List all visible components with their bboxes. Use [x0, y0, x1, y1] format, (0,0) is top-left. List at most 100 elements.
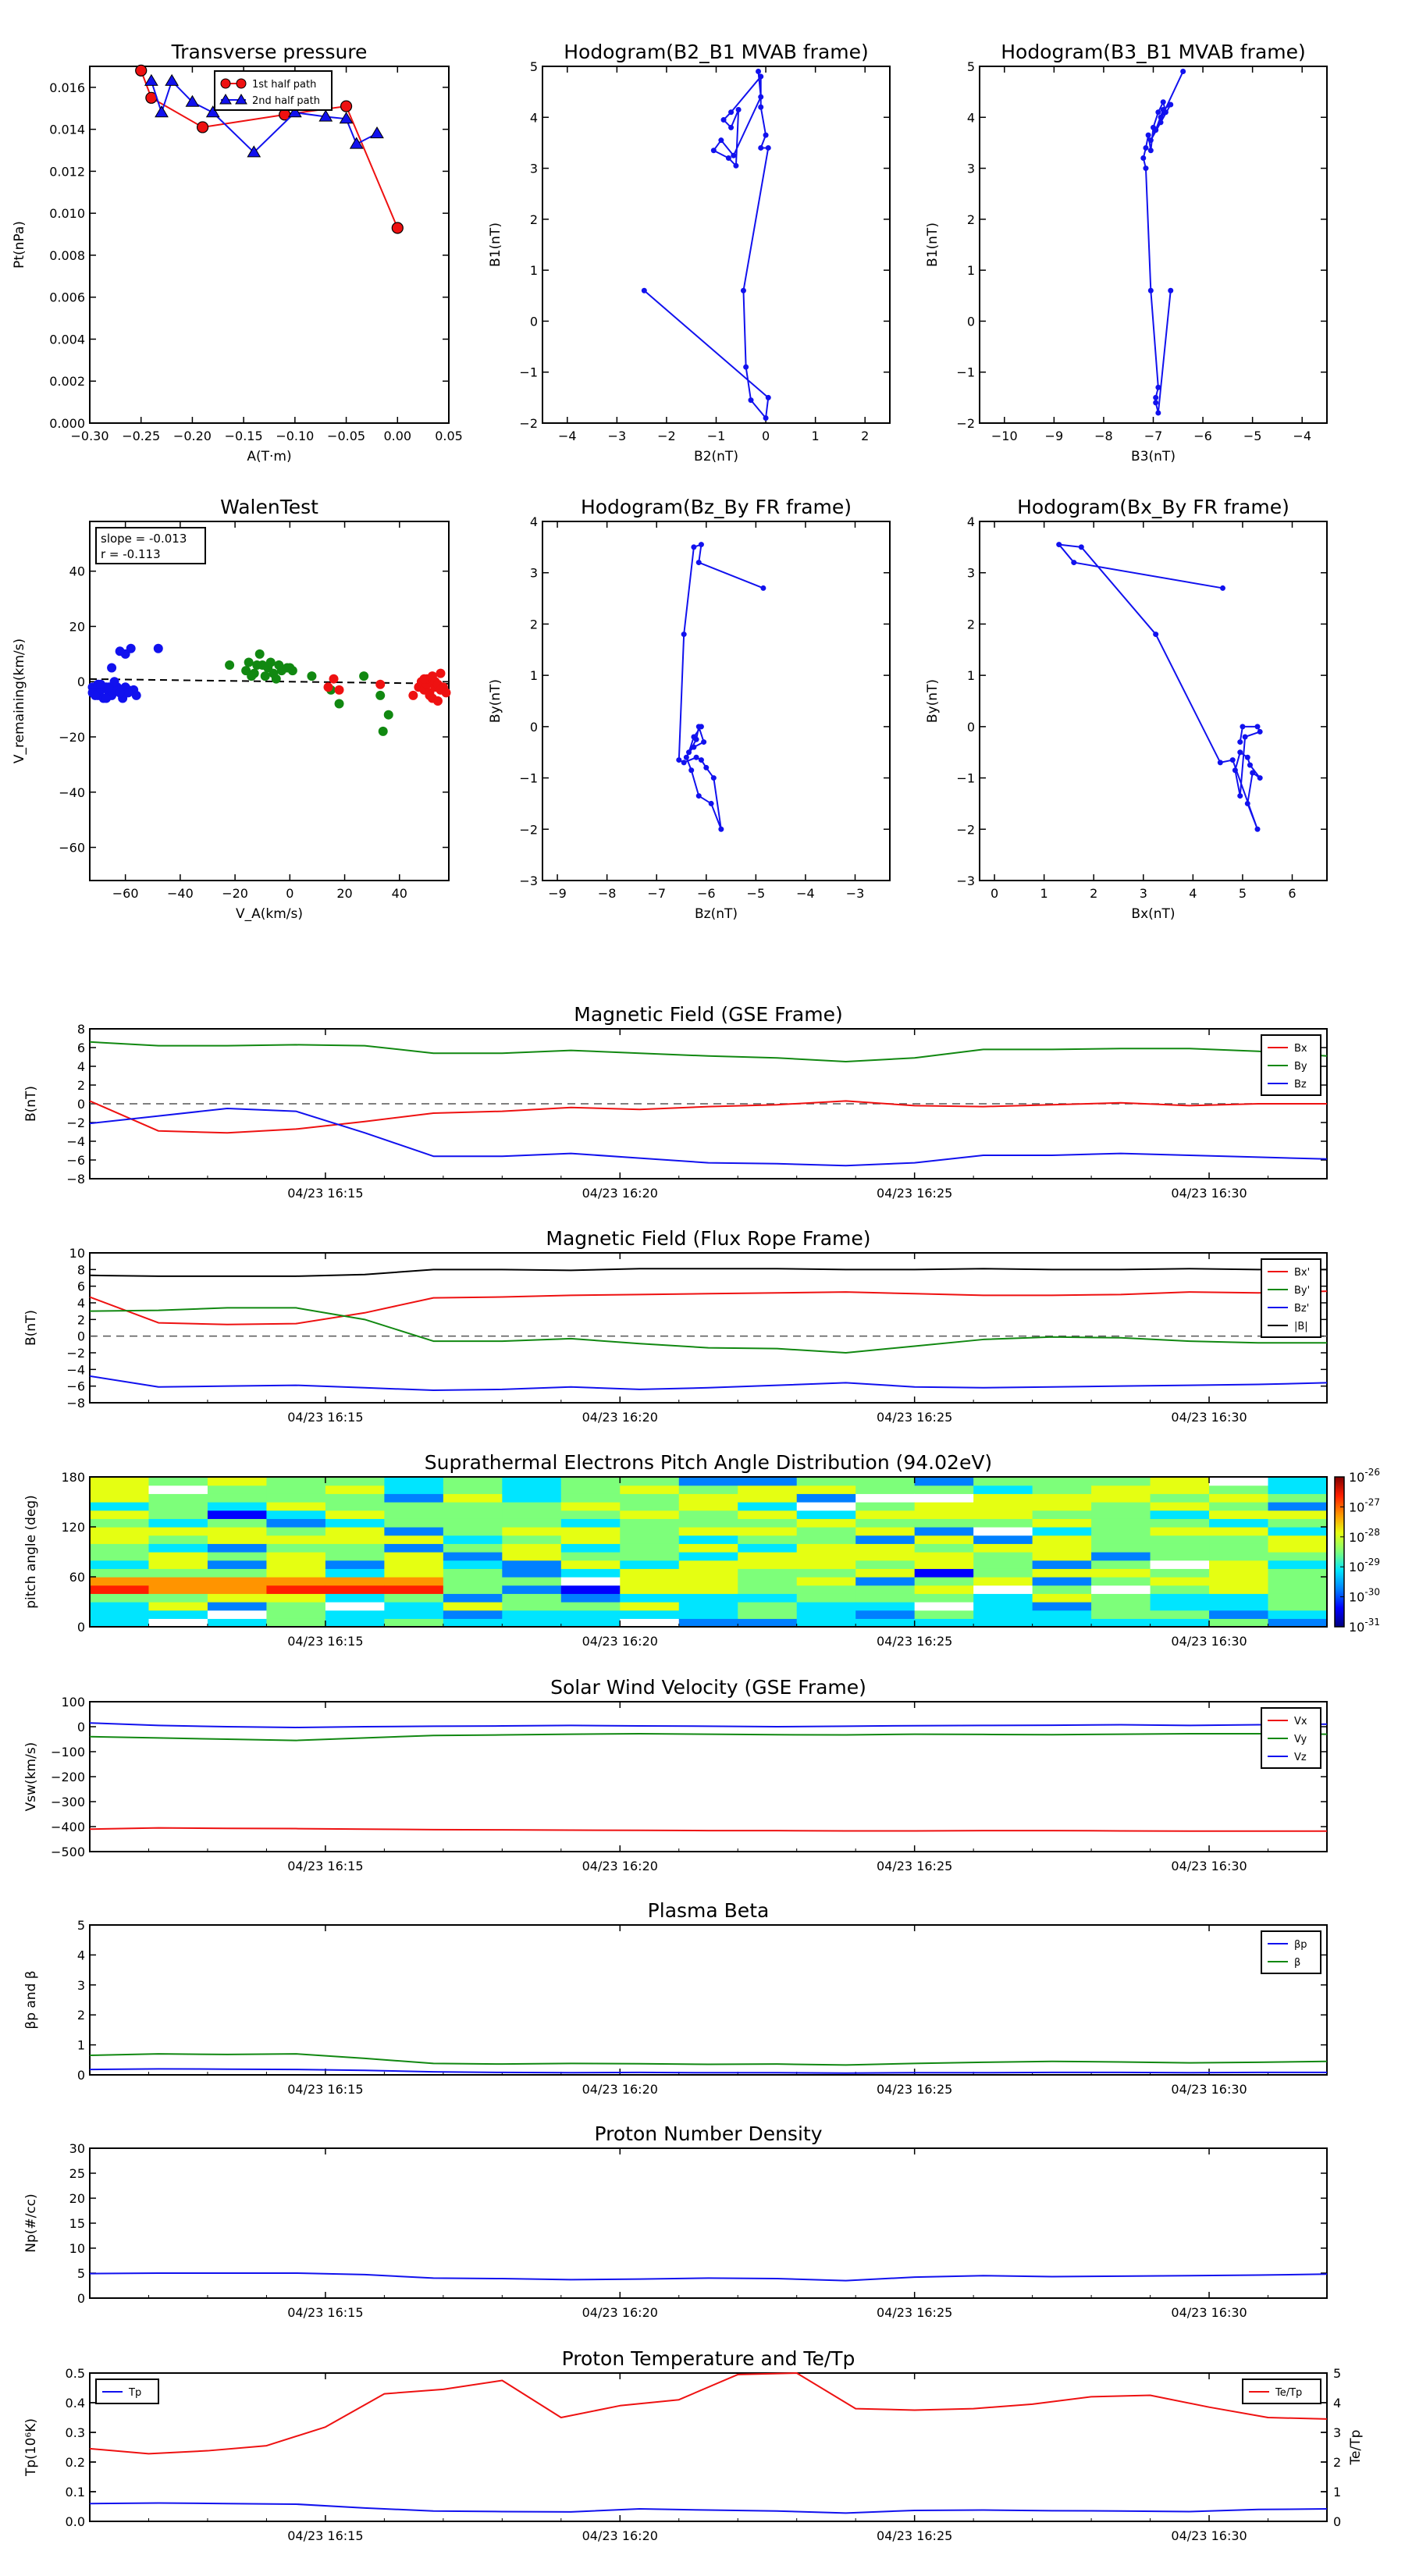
- walen-point: [96, 679, 106, 689]
- pad-cell: [973, 1518, 1033, 1528]
- pad-cell: [266, 1552, 326, 1561]
- pad-cell: [738, 1543, 798, 1553]
- pad-cell: [90, 1510, 150, 1519]
- np-xtick-label: 04/23 16:25: [877, 2305, 952, 2320]
- mag_fr-series-By': [89, 1307, 1327, 1354]
- pad-cell: [1091, 1510, 1151, 1519]
- pad-cell: [1032, 1543, 1092, 1553]
- pad-colorbar-exp: -26: [1364, 1467, 1380, 1478]
- h2-xlabel: B3(nT): [1131, 449, 1176, 464]
- walen-point: [126, 643, 136, 653]
- pad-cell: [560, 1477, 621, 1486]
- pad-cell: [973, 1585, 1033, 1594]
- h2-xtick-label: −9: [1045, 429, 1064, 443]
- walen-point: [115, 646, 125, 656]
- walen-point: [323, 682, 333, 692]
- h3-ytick-label: 3: [530, 566, 538, 581]
- h4-point: [1229, 757, 1236, 763]
- pad-cell: [914, 1610, 974, 1619]
- pad-cell: [914, 1585, 974, 1594]
- pad-cell: [90, 1568, 150, 1578]
- pad-cell: [1032, 1568, 1092, 1578]
- pad-cell: [207, 1485, 268, 1494]
- pad-cell: [502, 1477, 562, 1486]
- pad-cell: [148, 1560, 208, 1569]
- pad-title: Suprathermal Electrons Pitch Angle Distr…: [425, 1451, 992, 1474]
- pad-cell: [90, 1560, 150, 1569]
- pad-cell: [502, 1602, 562, 1611]
- pad-cell: [560, 1502, 621, 1511]
- h2-point: [1158, 119, 1164, 126]
- h4-point: [1217, 760, 1223, 766]
- pad-cell: [738, 1602, 798, 1611]
- h4-ytick-label: 3: [967, 566, 975, 581]
- pad-cell: [502, 1552, 562, 1561]
- h1-ytick-label: −2: [519, 416, 538, 431]
- vsw-title: Solar Wind Velocity (GSE Frame): [550, 1676, 866, 1699]
- mag_gse-series-Bz: [89, 1108, 1328, 1167]
- pad-ytick-label: 120: [61, 1520, 85, 1535]
- pad-cell: [796, 1602, 856, 1611]
- pad-cell: [384, 1602, 444, 1611]
- pad-cell: [90, 1527, 150, 1536]
- pad-cell: [207, 1560, 268, 1569]
- tp-ytick-label: 0.014: [49, 123, 85, 137]
- h4-point: [1153, 632, 1159, 638]
- h1-point: [765, 394, 771, 400]
- pad-cell: [1268, 1477, 1328, 1486]
- pad-cell: [855, 1485, 916, 1494]
- pad-cell: [1209, 1602, 1269, 1611]
- h2-xtick-label: −10: [991, 429, 1018, 443]
- pad-cell: [973, 1510, 1033, 1519]
- pad-cell: [1209, 1493, 1269, 1503]
- h1-point: [765, 144, 771, 151]
- mag_gse-ytick-label: −4: [66, 1134, 85, 1149]
- mag_fr-ytick-label: 8: [77, 1262, 85, 1277]
- pad-cell: [443, 1552, 503, 1561]
- tp-legend-label: 2nd half path: [252, 95, 320, 107]
- tp-point: [144, 73, 158, 86]
- pad-cell: [678, 1560, 738, 1569]
- pad-ytick-label: 60: [69, 1570, 85, 1585]
- pad-cell: [855, 1593, 916, 1603]
- h2-ylabel: B1(nT): [925, 222, 941, 267]
- pad-cell: [973, 1560, 1033, 1569]
- pad-cell: [620, 1485, 680, 1494]
- h4-xtick-label: 1: [1040, 886, 1048, 901]
- walen-ytick-label: 0: [77, 674, 85, 689]
- pad-cell: [973, 1568, 1033, 1578]
- pad-cell: [1032, 1577, 1092, 1586]
- pad-cell: [1150, 1527, 1210, 1536]
- pad-cell: [1268, 1585, 1328, 1594]
- pad-cell: [1150, 1485, 1210, 1494]
- h2-xtick-label: −8: [1094, 429, 1113, 443]
- mag_fr-series-Bz': [89, 1375, 1328, 1391]
- walen-point: [254, 649, 265, 659]
- walen-fit-line: [89, 678, 450, 685]
- h2-point: [1143, 144, 1149, 151]
- np-ytick-label: 0: [77, 2291, 85, 2306]
- beta-ytick-label: 2: [77, 2008, 85, 2023]
- pad-cell: [620, 1568, 680, 1578]
- tpt-xtick-label: 04/23 16:20: [582, 2528, 658, 2543]
- pad-cell: [560, 1552, 621, 1561]
- tpt-xtick-label: 04/23 16:15: [287, 2528, 363, 2543]
- h3-point: [698, 757, 704, 763]
- mag_gse-xtick-label: 04/23 16:25: [877, 1186, 952, 1201]
- pad-cell: [266, 1560, 326, 1569]
- mag_fr-ytick-label: −8: [66, 1396, 85, 1411]
- pad-cell: [620, 1518, 680, 1528]
- h1-point: [758, 144, 764, 151]
- tpt-ytick-label: 5: [1333, 2366, 1341, 2381]
- pad-cell: [443, 1593, 503, 1603]
- h4-point: [1071, 560, 1077, 566]
- beta-legend-label: β: [1294, 1957, 1300, 1969]
- pad-cell: [502, 1535, 562, 1544]
- pad-cell: [678, 1543, 738, 1553]
- pad-cell: [738, 1585, 798, 1594]
- pad-cell: [620, 1577, 680, 1586]
- pad-cell: [738, 1552, 798, 1561]
- h2-ytick-label: 3: [967, 162, 975, 176]
- beta-xtick-label: 04/23 16:25: [877, 2082, 952, 2097]
- h3-xtick-label: −9: [548, 886, 567, 901]
